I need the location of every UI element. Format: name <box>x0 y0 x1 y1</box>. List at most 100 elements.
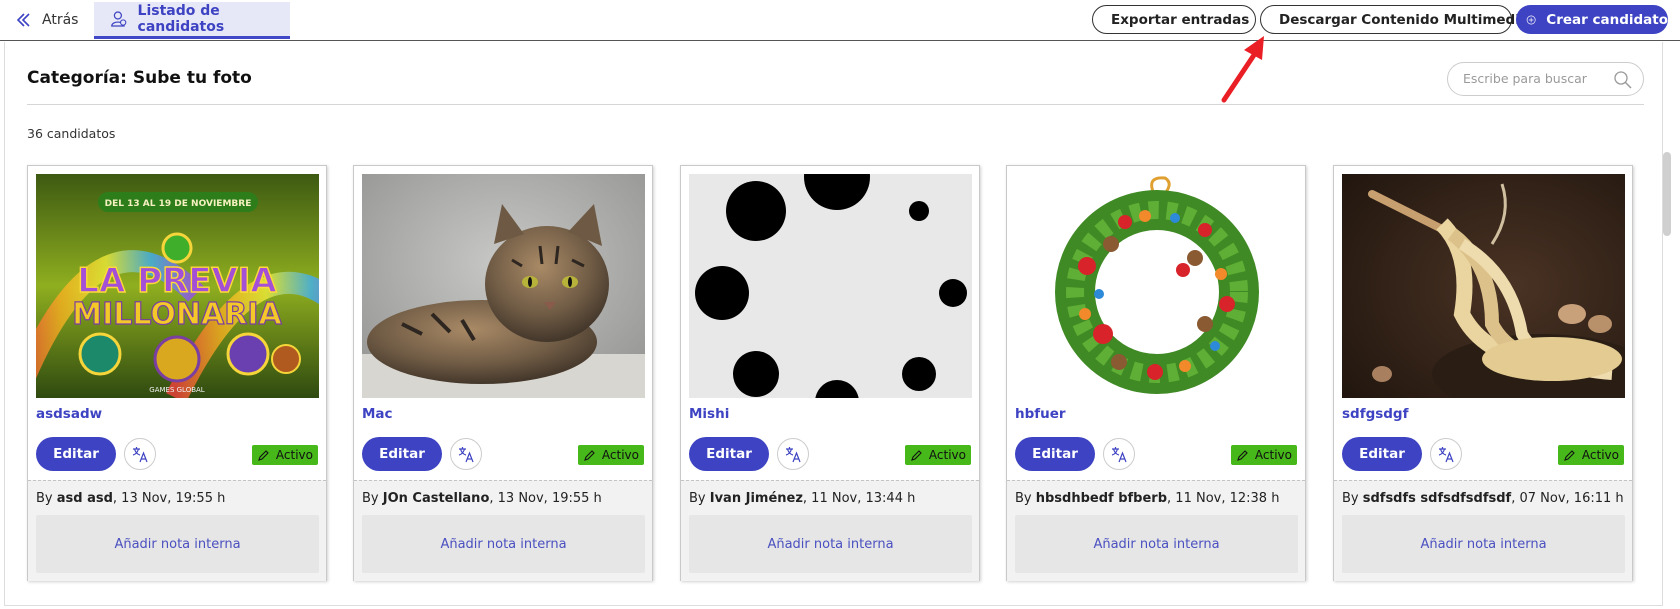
candidate-card: Mac Editar Activo By JOn Castellano, 13 … <box>353 165 653 581</box>
search-input[interactable] <box>1461 70 1615 87</box>
edit-button[interactable]: Editar <box>1015 437 1095 471</box>
candidate-name[interactable]: Mishi <box>689 406 729 422</box>
status-label: Activo <box>928 448 966 462</box>
status-badge[interactable]: Activo <box>1230 445 1297 465</box>
author-name: JOn Castellano <box>382 491 490 506</box>
submission-date: , 07 Nov, 16:11 h <box>1511 491 1624 506</box>
card-footer: By hbsdhbedf bfberb, 11 Nov, 12:38 h Aña… <box>1007 480 1305 581</box>
translate-icon <box>785 447 801 463</box>
edit-button[interactable]: Editar <box>1342 437 1422 471</box>
dots-image <box>689 174 972 398</box>
candidate-card: Mishi Editar Activo By Ivan Jiménez, 11 … <box>680 165 980 581</box>
by-prefix: By <box>1015 491 1036 506</box>
add-internal-note-button[interactable]: Añadir nota interna <box>689 515 972 573</box>
translate-button[interactable] <box>124 438 156 470</box>
edit-button[interactable]: Editar <box>362 437 442 471</box>
status-badge[interactable]: Activo <box>251 445 318 465</box>
page-title: Categoría: Sube tu foto <box>27 68 252 88</box>
translate-button[interactable] <box>1430 438 1462 470</box>
promo-title-line2: MILLONARIA <box>72 297 282 332</box>
candidate-name[interactable]: hbfuer <box>1015 406 1066 422</box>
status-label: Activo <box>601 448 639 462</box>
cat-image <box>362 174 645 398</box>
pencil-icon <box>1564 449 1575 461</box>
user-list-icon <box>111 11 127 27</box>
edit-button[interactable]: Editar <box>689 437 769 471</box>
candidate-photo[interactable] <box>362 174 645 398</box>
search-icon[interactable] <box>1613 70 1633 90</box>
create-candidate-button[interactable]: Crear candidato <box>1516 5 1668 34</box>
candidate-card: DEL 13 AL 19 DE NOVIEMBRE LA PREVIA MILL… <box>27 165 327 581</box>
promo-image: DEL 13 AL 19 DE NOVIEMBRE LA PREVIA MILL… <box>36 174 319 398</box>
status-label: Activo <box>1254 448 1292 462</box>
add-internal-note-button[interactable]: Añadir nota interna <box>362 515 645 573</box>
top-bar: Atrás Listado de candidatos Exportar ent… <box>0 0 1680 41</box>
status-badge[interactable]: Activo <box>904 445 971 465</box>
translate-icon <box>458 447 474 463</box>
tab-label: Listado de candidatos <box>137 3 225 35</box>
candidate-photo[interactable]: DEL 13 AL 19 DE NOVIEMBRE LA PREVIA MILL… <box>36 174 319 398</box>
card-footer: By asd asd, 13 Nov, 19:55 h Añadir nota … <box>28 480 326 581</box>
back-button[interactable]: Atrás <box>16 8 78 32</box>
status-label: Activo <box>275 448 313 462</box>
author-line: By JOn Castellano, 13 Nov, 19:55 h <box>362 491 602 506</box>
translate-button[interactable] <box>777 438 809 470</box>
translate-icon <box>1438 447 1454 463</box>
candidate-photo[interactable] <box>1342 174 1625 398</box>
candidate-name[interactable]: sdfgsdgf <box>1342 406 1408 422</box>
add-internal-note-button[interactable]: Añadir nota interna <box>1342 515 1625 573</box>
candidate-card: hbfuer Editar Activo By hbsdhbedf bfberb… <box>1006 165 1306 581</box>
author-line: By sdfsdfs sdfsdfsdfsdf, 07 Nov, 16:11 h <box>1342 491 1624 506</box>
author-name: sdfsdfs sdfsdfsdfsdf <box>1362 491 1512 506</box>
status-label: Activo <box>1581 448 1619 462</box>
edit-button[interactable]: Editar <box>36 437 116 471</box>
card-footer: By Ivan Jiménez, 11 Nov, 13:44 h Añadir … <box>681 480 979 581</box>
chevron-left-icon <box>16 13 30 27</box>
pasta-image <box>1342 174 1625 398</box>
by-prefix: By <box>362 491 383 506</box>
by-prefix: By <box>1342 491 1363 506</box>
promo-dates-text: DEL 13 AL 19 DE NOVIEMBRE <box>105 199 252 209</box>
pencil-icon <box>258 449 269 461</box>
pencil-icon <box>1237 449 1248 461</box>
header-divider <box>27 104 1644 105</box>
submission-date: , 13 Nov, 19:55 h <box>489 491 602 506</box>
tab-candidate-list[interactable]: Listado de candidatos <box>94 2 290 39</box>
by-prefix: By <box>36 491 57 506</box>
wreath-image <box>1015 174 1298 398</box>
submission-date: , 13 Nov, 19:55 h <box>112 491 226 506</box>
author-name: asd asd <box>56 491 113 506</box>
candidate-photo[interactable] <box>689 174 972 398</box>
back-label: Atrás <box>42 12 79 28</box>
pencil-icon <box>584 449 595 461</box>
card-footer: By sdfsdfs sdfsdfsdfsdf, 07 Nov, 16:11 h… <box>1334 480 1632 581</box>
status-badge[interactable]: Activo <box>577 445 644 465</box>
candidate-name[interactable]: Mac <box>362 406 393 422</box>
export-label: Exportar entradas <box>1111 11 1250 28</box>
pencil-icon <box>911 449 922 461</box>
vertical-scrollbar[interactable] <box>1663 152 1671 236</box>
candidate-photo[interactable] <box>1015 174 1298 398</box>
translate-icon <box>1111 447 1127 463</box>
translate-icon <box>132 447 148 463</box>
author-name: Ivan Jiménez <box>709 491 803 506</box>
add-internal-note-button[interactable]: Añadir nota interna <box>36 515 319 573</box>
download-label: Descargar Contenido Multimedia <box>1279 11 1529 28</box>
submission-date: , 11 Nov, 12:38 h <box>1167 491 1280 506</box>
translate-button[interactable] <box>450 438 482 470</box>
add-internal-note-button[interactable]: Añadir nota interna <box>1015 515 1298 573</box>
translate-button[interactable] <box>1103 438 1135 470</box>
candidate-card: sdfgsdgf Editar Activo By sdfsdfs sdfsdf… <box>1333 165 1633 581</box>
status-badge[interactable]: Activo <box>1557 445 1624 465</box>
author-line: By hbsdhbedf bfberb, 11 Nov, 12:38 h <box>1015 491 1279 506</box>
download-multimedia-button[interactable]: Descargar Contenido Multimedia <box>1260 5 1529 34</box>
search-box[interactable] <box>1447 62 1644 96</box>
promo-title-line1: LA PREVIA <box>77 261 277 301</box>
create-label: Crear candidato <box>1546 11 1668 28</box>
candidate-name[interactable]: asdsadw <box>36 406 102 422</box>
author-line: By asd asd, 13 Nov, 19:55 h <box>36 491 225 506</box>
promo-brand-text: GAMES GLOBAL <box>149 386 205 394</box>
plus-circle-icon <box>1526 15 1536 24</box>
submission-date: , 11 Nov, 13:44 h <box>802 491 916 506</box>
author-line: By Ivan Jiménez, 11 Nov, 13:44 h <box>689 491 915 506</box>
